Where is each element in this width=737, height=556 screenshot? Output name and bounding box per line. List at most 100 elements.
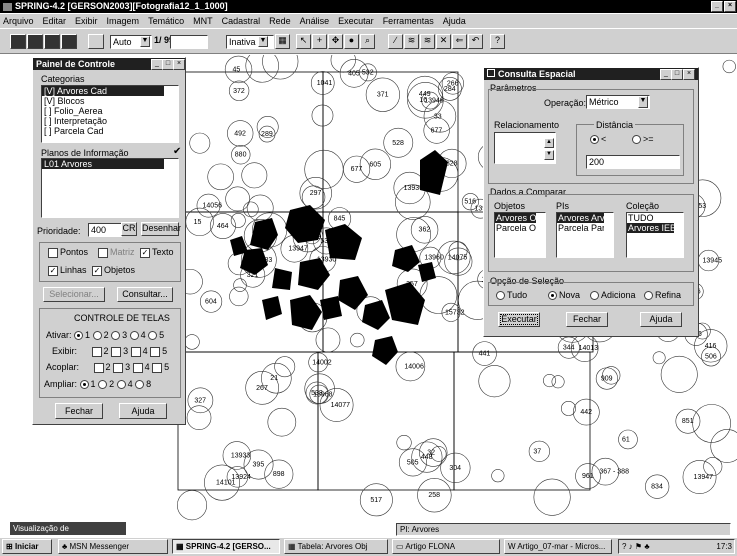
- menu-imagem[interactable]: Imagem: [107, 16, 140, 26]
- show-check-4[interactable]: [130, 346, 141, 357]
- pontos-checkbox[interactable]: Pontos: [48, 247, 88, 258]
- menu-arquivo[interactable]: Arquivo: [3, 16, 34, 26]
- tray-icon[interactable]: ♣: [644, 542, 649, 551]
- help-button[interactable]: Ajuda: [640, 312, 682, 327]
- object-item[interactable]: Arvores Ob: [495, 213, 536, 223]
- tool-delete-icon[interactable]: ✕: [436, 34, 451, 49]
- plane-item[interactable]: L01 Arvores: [42, 159, 164, 169]
- close-button[interactable]: Fechar: [566, 312, 608, 327]
- chevron-down-icon[interactable]: ▼: [140, 36, 150, 47]
- cr-button[interactable]: CR: [121, 222, 137, 236]
- close-icon[interactable]: ×: [724, 1, 736, 12]
- tool-pointer-icon[interactable]: ↖: [296, 34, 311, 49]
- help-tray-icon[interactable]: ?: [622, 542, 629, 551]
- pi-item[interactable]: Arvores Arvo: [557, 213, 604, 223]
- couple-check-3[interactable]: [113, 362, 124, 373]
- menu-ferramentas[interactable]: Ferramentas: [383, 16, 434, 26]
- tool-info-icon[interactable]: ●: [344, 34, 359, 49]
- tool-pan-icon[interactable]: ✥: [328, 34, 343, 49]
- menu-temático[interactable]: Temático: [148, 16, 184, 26]
- couple-check-2[interactable]: [93, 362, 104, 373]
- matriz-checkbox[interactable]: Matriz: [98, 247, 135, 258]
- scroll-up-icon[interactable]: ▲: [544, 138, 554, 148]
- maximize-icon[interactable]: □: [671, 69, 683, 80]
- menu-exibir[interactable]: Exibir: [75, 16, 98, 26]
- execute-button[interactable]: Executar: [498, 312, 540, 327]
- menu-rede[interactable]: Rede: [269, 16, 291, 26]
- activate-radio-1[interactable]: [74, 331, 84, 341]
- tool-undo-icon[interactable]: ↶: [468, 34, 483, 49]
- gte-radio-dot[interactable]: [632, 135, 641, 145]
- zoom-radio-1[interactable]: [79, 380, 89, 390]
- pi-item[interactable]: Parcela Parc: [557, 223, 604, 233]
- tool-table-icon[interactable]: ▦: [275, 34, 290, 49]
- scale-input[interactable]: [170, 35, 208, 49]
- opt-new-radio[interactable]: Nova: [548, 290, 580, 301]
- texto-box[interactable]: ✓: [140, 247, 150, 258]
- opt-all-radio[interactable]: Tudo: [496, 290, 527, 301]
- category-item[interactable]: [V] Blocos: [42, 96, 178, 106]
- menu-executar[interactable]: Executar: [338, 16, 374, 26]
- tool-zoom-icon[interactable]: ⌕: [360, 34, 375, 49]
- category-item[interactable]: [V] Arvores Cad: [42, 86, 164, 96]
- taskbar-item[interactable]: ▭ Artigo FLONA: [392, 539, 500, 554]
- tool-view-icon[interactable]: [88, 34, 104, 49]
- start-button[interactable]: ⊞ Iniciar: [2, 539, 52, 554]
- pontos-box[interactable]: [48, 247, 58, 258]
- collection-item[interactable]: TUDO: [627, 213, 683, 223]
- show-check-3[interactable]: [111, 346, 122, 357]
- query-button[interactable]: Consultar...: [117, 287, 173, 302]
- lt-radio[interactable]: <: [590, 134, 606, 145]
- show-check-5[interactable]: [150, 346, 161, 357]
- chevron-down-icon[interactable]: ▼: [258, 36, 268, 47]
- collection-item[interactable]: Arvores IEB: [627, 223, 674, 233]
- chevron-down-icon[interactable]: ▼: [638, 96, 648, 108]
- tool-help-icon[interactable]: ?: [490, 34, 505, 49]
- planes-list[interactable]: L01 Arvores: [41, 158, 179, 218]
- activate-radio-2[interactable]: [92, 331, 102, 341]
- zoom-radio-2[interactable]: [98, 380, 108, 390]
- taskbar-item[interactable]: W Artigo_07-mar - Micros...: [504, 539, 612, 554]
- tray-icon[interactable]: ⚑: [635, 542, 644, 551]
- zoom-radio-8[interactable]: [135, 380, 145, 390]
- scroll-down-icon[interactable]: ▼: [544, 150, 554, 160]
- objects-list[interactable]: Arvores Ob Parcela Ob: [494, 212, 546, 258]
- matriz-box[interactable]: [98, 247, 108, 258]
- linhas-checkbox[interactable]: ✓ Linhas: [48, 265, 87, 276]
- pis-list[interactable]: Arvores Arvo Parcela Parc: [556, 212, 614, 258]
- opt-new-dot[interactable]: [548, 291, 557, 301]
- draw-button[interactable]: Desenhar: [141, 222, 181, 236]
- menu-mnt[interactable]: MNT: [193, 16, 213, 26]
- categories-list[interactable]: [V] Arvores Cad [V] Blocos[ ] Folio_Aerea…: [41, 85, 179, 143]
- help-button[interactable]: Ajuda: [119, 403, 167, 419]
- activate-radio-5[interactable]: [148, 331, 158, 341]
- zoom-radio-4[interactable]: [116, 380, 126, 390]
- tool-move-icon[interactable]: ≋: [404, 34, 419, 49]
- close-icon[interactable]: ×: [683, 69, 695, 80]
- taskbar-item[interactable]: ♣ MSN Messenger: [58, 539, 168, 554]
- object-item[interactable]: Parcela Ob: [495, 223, 536, 233]
- opt-refine-dot[interactable]: [644, 291, 653, 301]
- menu-ajuda[interactable]: Ajuda: [443, 16, 466, 26]
- collection-list[interactable]: TUDO Arvores IEB: [626, 212, 684, 258]
- close-icon[interactable]: ×: [173, 59, 185, 70]
- taskbar-item[interactable]: ▦ SPRING-4.2 [GERSO...: [172, 539, 280, 554]
- tool-open-icon[interactable]: [10, 34, 26, 49]
- objetos-checkbox[interactable]: ✓ Objetos: [92, 265, 135, 276]
- tool-map-icon[interactable]: [61, 34, 77, 49]
- couple-check-5[interactable]: [152, 362, 163, 373]
- distance-input[interactable]: 200: [586, 155, 680, 169]
- gte-radio[interactable]: >=: [632, 134, 654, 145]
- tool-grid-icon[interactable]: [27, 34, 43, 49]
- tool-cross-icon[interactable]: +: [312, 34, 327, 49]
- menu-editar[interactable]: Editar: [43, 16, 67, 26]
- select-button[interactable]: Selecionar...: [43, 287, 105, 302]
- tool-edit-icon[interactable]: ∕: [388, 34, 403, 49]
- menu-análise[interactable]: Análise: [300, 16, 330, 26]
- couple-check-4[interactable]: [132, 362, 143, 373]
- opt-add-radio[interactable]: Adiciona: [590, 290, 636, 301]
- close-button[interactable]: Fechar: [55, 403, 103, 419]
- minimize-icon[interactable]: _: [711, 1, 723, 12]
- viewer-minimized[interactable]: Visualização de: [10, 522, 126, 535]
- opt-add-dot[interactable]: [590, 291, 599, 301]
